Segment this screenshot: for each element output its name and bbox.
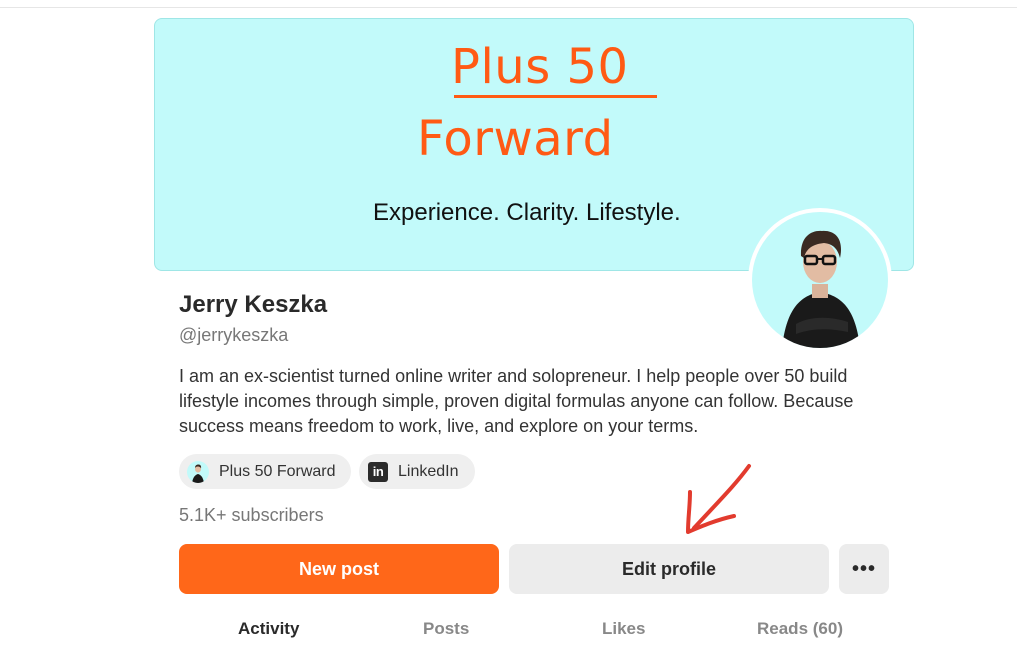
subscriber-count: 5.1K+ subscribers — [179, 505, 324, 525]
linkedin-link-chip[interactable]: in LinkedIn — [359, 454, 475, 489]
tab-activity[interactable]: Activity — [238, 619, 299, 639]
avatar[interactable] — [752, 212, 888, 348]
edit-profile-button[interactable]: Edit profile — [509, 544, 829, 594]
linkedin-link-label: LinkedIn — [398, 462, 459, 480]
profile-handle: @jerrykeszka — [179, 325, 289, 345]
publication-link-label: Plus 50 Forward — [219, 462, 336, 480]
more-options-button[interactable]: ••• — [839, 544, 889, 594]
banner-tagline: Experience. Clarity. Lifestyle. — [373, 199, 681, 226]
linkedin-icon: in — [368, 461, 388, 482]
banner-title-line1: Plus 50 — [451, 39, 645, 95]
annotation-arrow-icon — [686, 464, 751, 534]
tab-reads[interactable]: Reads (60) — [757, 619, 843, 639]
banner-title-line2: Forward — [417, 111, 614, 167]
ellipsis-icon: ••• — [851, 557, 876, 580]
tab-likes[interactable]: Likes — [602, 619, 645, 639]
publication-link-chip[interactable]: Plus 50 Forward — [179, 454, 351, 489]
new-post-button[interactable]: New post — [179, 544, 499, 594]
profile-bio: I am an ex-scientist turned online write… — [179, 366, 854, 436]
person-photo-icon — [782, 230, 860, 348]
banner-title-underline — [454, 95, 657, 98]
publication-avatar-icon — [187, 460, 209, 483]
top-divider — [0, 7, 1017, 8]
tab-posts[interactable]: Posts — [423, 619, 469, 639]
profile-name: Jerry Keszka — [179, 291, 328, 318]
